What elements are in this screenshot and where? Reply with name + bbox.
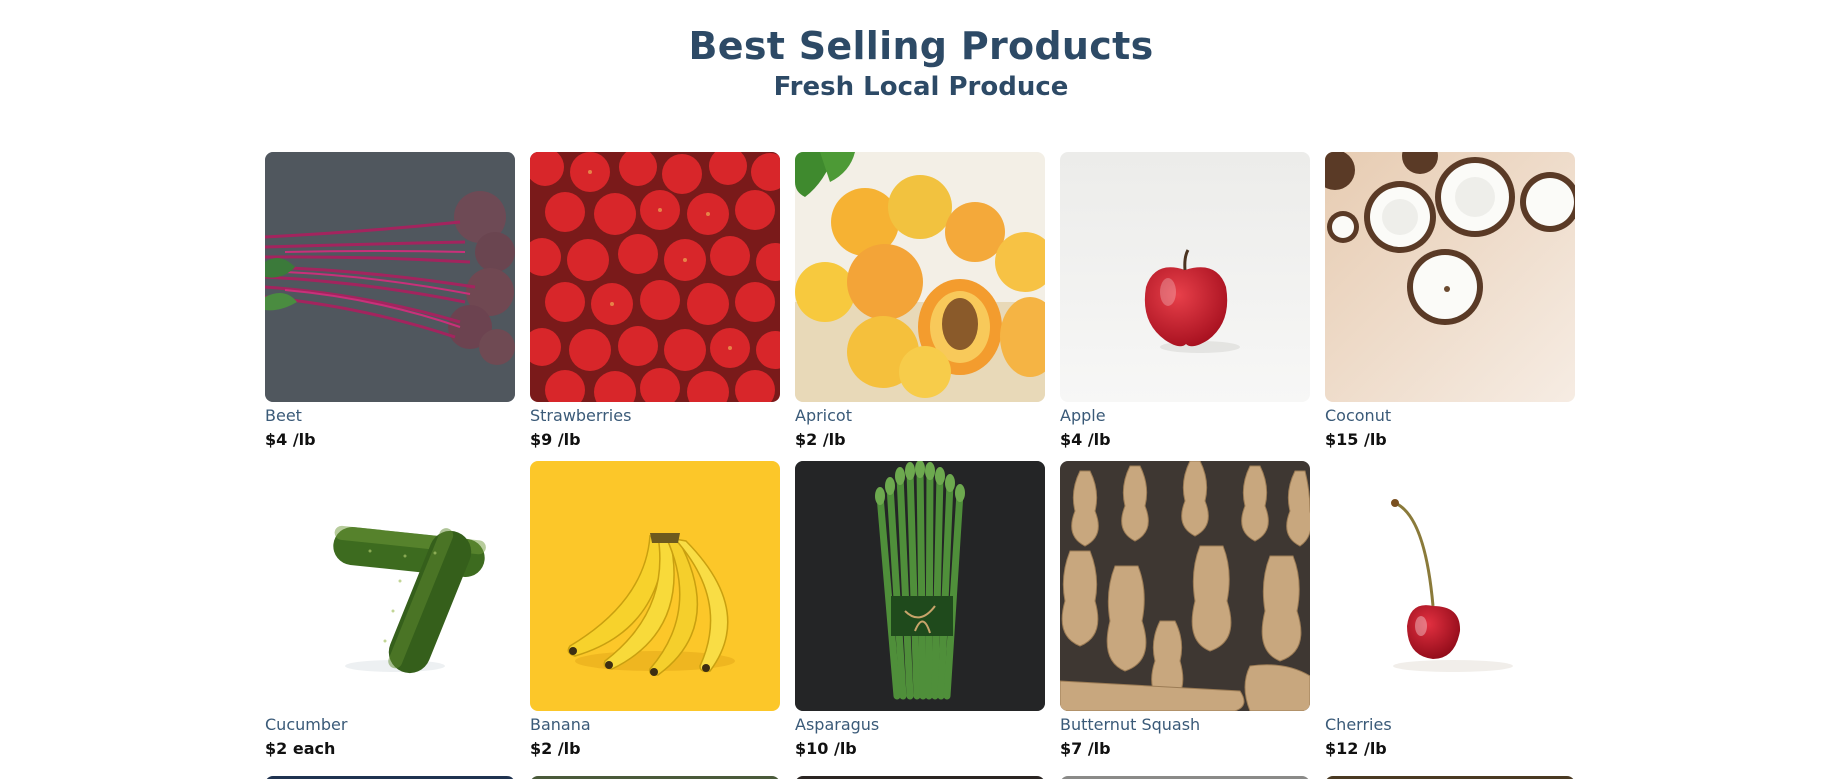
product-card-apple[interactable]: Apple $4 /lb bbox=[1060, 152, 1310, 451]
product-name: Asparagus bbox=[795, 715, 880, 734]
product-name: Beet bbox=[265, 406, 302, 425]
product-card-cherries[interactable]: Cherries $12 /lb bbox=[1325, 461, 1575, 760]
banana-image[interactable] bbox=[530, 461, 780, 711]
beet-image[interactable] bbox=[265, 152, 515, 402]
strawberries-image[interactable] bbox=[530, 152, 780, 402]
product-card-banana[interactable]: Banana $2 /lb bbox=[530, 461, 780, 760]
product-card-strawberries[interactable]: Strawberries $9 /lb bbox=[530, 152, 780, 451]
product-price: $9 /lb bbox=[530, 430, 581, 449]
product-price: $2 /lb bbox=[530, 739, 581, 758]
product-price: $4 /lb bbox=[265, 430, 316, 449]
product-card-asparagus[interactable]: Asparagus $10 /lb bbox=[795, 461, 1045, 760]
product-card-coconut[interactable]: Coconut $15 /lb bbox=[1325, 152, 1575, 451]
cucumber-image[interactable] bbox=[265, 461, 515, 711]
product-name: Apricot bbox=[795, 406, 852, 425]
product-name: Coconut bbox=[1325, 406, 1392, 425]
product-name: Butternut Squash bbox=[1060, 715, 1201, 734]
apricot-image[interactable] bbox=[795, 152, 1045, 402]
product-price: $12 /lb bbox=[1325, 739, 1387, 758]
product-price: $7 /lb bbox=[1060, 739, 1111, 758]
product-card-beet[interactable]: Beet $4 /lb bbox=[265, 152, 515, 451]
product-price: $4 /lb bbox=[1060, 430, 1111, 449]
cherries-image[interactable] bbox=[1325, 461, 1575, 711]
butternut-squash-image[interactable] bbox=[1060, 461, 1310, 711]
asparagus-image[interactable] bbox=[795, 461, 1045, 711]
product-card-cucumber[interactable]: Cucumber $2 each bbox=[265, 461, 515, 760]
page-subtitle: Fresh Local Produce bbox=[773, 72, 1069, 102]
product-name: Cucumber bbox=[265, 715, 348, 734]
product-name: Strawberries bbox=[530, 406, 632, 425]
product-price: $15 /lb bbox=[1325, 430, 1387, 449]
coconut-image[interactable] bbox=[1325, 152, 1575, 402]
apple-image[interactable] bbox=[1060, 152, 1310, 402]
page-title: Best Selling Products bbox=[688, 24, 1154, 68]
product-name: Banana bbox=[530, 715, 591, 734]
product-price: $2 /lb bbox=[795, 430, 846, 449]
product-card-butternut-squash[interactable]: Butternut Squash $7 /lb bbox=[1060, 461, 1310, 760]
product-price: $2 each bbox=[265, 739, 336, 758]
product-name: Apple bbox=[1060, 406, 1106, 425]
product-name: Cherries bbox=[1325, 715, 1392, 734]
product-card-apricot[interactable]: Apricot $2 /lb bbox=[795, 152, 1045, 451]
product-grid: Beet $4 /lb Strawberries $9 /lb Apricot … bbox=[265, 152, 1577, 760]
product-price: $10 /lb bbox=[795, 739, 857, 758]
page: Best Selling Products Fresh Local Produc… bbox=[0, 0, 1842, 779]
page-header: Best Selling Products Fresh Local Produc… bbox=[0, 0, 1842, 104]
